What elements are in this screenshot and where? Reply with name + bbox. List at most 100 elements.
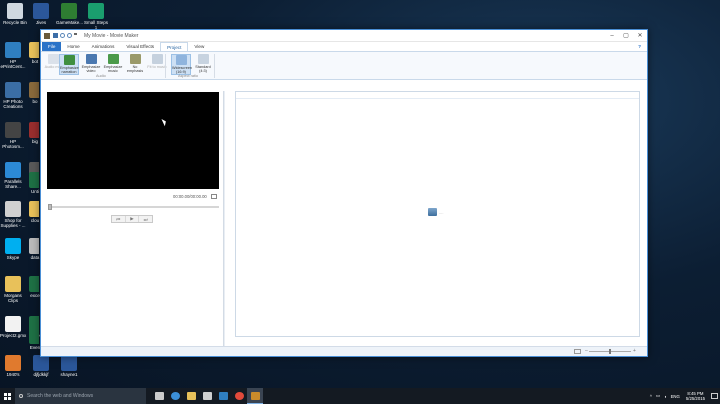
save-icon[interactable] [53, 33, 58, 38]
desktop-icon[interactable]: GameMake... [56, 3, 83, 25]
redo-icon[interactable] [67, 33, 72, 38]
desktop-icon-label: shayne1 [60, 372, 78, 377]
ribbon-button-label: Emphasize music [103, 65, 123, 73]
zoom-slider[interactable] [589, 349, 631, 354]
quick-access-dropdown-icon[interactable] [74, 33, 77, 38]
start-button[interactable] [0, 388, 15, 404]
seek-handle[interactable] [48, 204, 52, 210]
mail-icon [218, 392, 228, 400]
desktop-icon[interactable]: Recycle Bin [2, 3, 28, 25]
taskbar-app[interactable] [231, 388, 247, 404]
storyboard-header [236, 92, 639, 99]
close-button[interactable]: ✕ [633, 30, 647, 42]
timecode: 00:00.00/00:00.00 [173, 194, 207, 199]
image-file-icon [29, 82, 39, 98]
desktop-icon[interactable]: Shop for Supplies - ... [0, 201, 26, 228]
desktop-icon[interactable]: shayne1 [56, 355, 82, 377]
folder-icon [5, 276, 21, 292]
search-icon [19, 394, 23, 398]
desktop-icon-label: Recycle Bin [3, 20, 27, 25]
tab-home[interactable]: Home [61, 42, 85, 51]
desktop-icon[interactable]: HP Photosm... [0, 122, 26, 149]
hp-eprint-icon [5, 42, 21, 58]
taskbar-app[interactable] [151, 388, 167, 404]
system-tray: ^ ▭ ◖ ENG 8:45 PM 5/25/2015 [648, 388, 718, 404]
desktop-icon[interactable]: Small Steps 1 [83, 3, 109, 30]
split-view-icon[interactable] [211, 194, 217, 199]
ribbon-button[interactable]: Emphasize narration [59, 54, 79, 75]
parallels-icon [5, 162, 21, 178]
word-doc-icon [33, 355, 49, 371]
desktop-icon[interactable]: 1940's [0, 355, 26, 377]
video-preview[interactable] [47, 92, 219, 189]
image-file-icon [5, 355, 21, 371]
emphasize-music-icon [107, 54, 119, 64]
taskbar-app[interactable] [199, 388, 215, 404]
maximize-button[interactable]: ▢ [619, 30, 633, 42]
ribbon-button-label: Widescreen (16:9) [172, 66, 193, 74]
clock-date: 5/25/2015 [685, 396, 705, 401]
tab-visual-effects[interactable]: Visual Effects [120, 42, 160, 51]
hp-photosmart-icon [5, 122, 21, 138]
printer-icon [5, 201, 21, 217]
storyboard-pane[interactable]: .... [235, 91, 640, 337]
zoom-out-icon[interactable]: – [585, 348, 588, 354]
folder-icon [29, 42, 39, 58]
undo-icon[interactable] [60, 33, 65, 38]
movie-maker-window: My Movie - Movie Maker – ▢ ✕ File Home A… [40, 29, 648, 357]
up-arrow-icon[interactable]: ^ [650, 394, 652, 399]
movie-maker-icon [250, 391, 260, 400]
help-icon[interactable]: ? [632, 42, 647, 51]
desktop-icon[interactable]: HP ePrintCent... [0, 42, 26, 69]
volume-icon[interactable]: ◖ [664, 394, 667, 399]
language-indicator[interactable]: ENG [671, 394, 680, 399]
hp-photo-icon [5, 82, 21, 98]
ribbon-button[interactable]: No emphasis [125, 54, 145, 73]
previous-frame-button[interactable]: ⏮ [112, 216, 126, 222]
zoom-in-icon[interactable]: + [633, 348, 636, 354]
tab-project[interactable]: Project [160, 42, 189, 51]
taskbar-app[interactable] [215, 388, 231, 404]
taskbar-app[interactable] [183, 388, 199, 404]
next-frame-button[interactable]: ⏭ [139, 216, 152, 222]
word-doc-icon [61, 355, 77, 371]
pane-splitter[interactable] [223, 91, 225, 347]
title-bar: My Movie - Movie Maker – ▢ ✕ [41, 30, 647, 42]
mouse-cursor-icon [161, 117, 168, 127]
ribbon-project: Audio mix Emphasize narration Emphasize vi… [41, 51, 647, 80]
ribbon-button[interactable]: Emphasize music [103, 54, 123, 73]
taskbar-search[interactable]: Search the web and Windows [15, 388, 146, 404]
minimize-button[interactable]: – [605, 30, 619, 42]
desktop-icon-label: HP ePrintCent... [0, 59, 26, 69]
tab-file[interactable]: File [42, 42, 62, 51]
movie-maker-app-icon [44, 32, 50, 39]
desktop-icon[interactable]: Project2.gmx [0, 316, 26, 338]
ribbon-button[interactable]: Emphasize video [81, 54, 101, 73]
network-icon[interactable]: ▭ [656, 393, 660, 399]
desktop-icon[interactable]: Jives [28, 3, 54, 25]
desktop-icon-label: Project2.gmx [0, 333, 27, 338]
ribbon-button[interactable]: Standard (4:3) [193, 54, 213, 73]
monitor-icon[interactable] [574, 349, 581, 354]
seek-bar[interactable] [48, 204, 219, 210]
desktop-icon-label: Parallels Share... [4, 179, 22, 189]
desktop-icon[interactable]: djfjdkkjf [28, 355, 54, 377]
taskbar-app[interactable] [167, 388, 183, 404]
windows-logo-icon [4, 392, 11, 400]
tab-animations[interactable]: Animations [86, 42, 121, 51]
desktop-icon[interactable]: Skype [0, 238, 26, 260]
notifications-icon[interactable] [711, 393, 718, 399]
taskbar-app[interactable] [247, 388, 263, 404]
add-media-icon [428, 208, 437, 216]
ribbon-button[interactable]: Fit to music [147, 54, 167, 69]
zoom-handle[interactable] [609, 349, 611, 354]
clock[interactable]: 8:45 PM 5/25/2015 [686, 391, 705, 401]
desktop-icon[interactable]: Morgans Clips [0, 276, 26, 303]
tab-view[interactable]: View [188, 42, 210, 51]
desktop-icon[interactable]: HP Photo Creations [0, 82, 26, 109]
desktop-icon[interactable]: Parallels Share... [0, 162, 26, 189]
play-button[interactable]: ▶ [126, 216, 140, 222]
file-explorer-icon [186, 392, 196, 400]
ribbon-button[interactable]: Widescreen (16:9) [171, 54, 193, 75]
fit-to-music-icon [151, 54, 163, 64]
